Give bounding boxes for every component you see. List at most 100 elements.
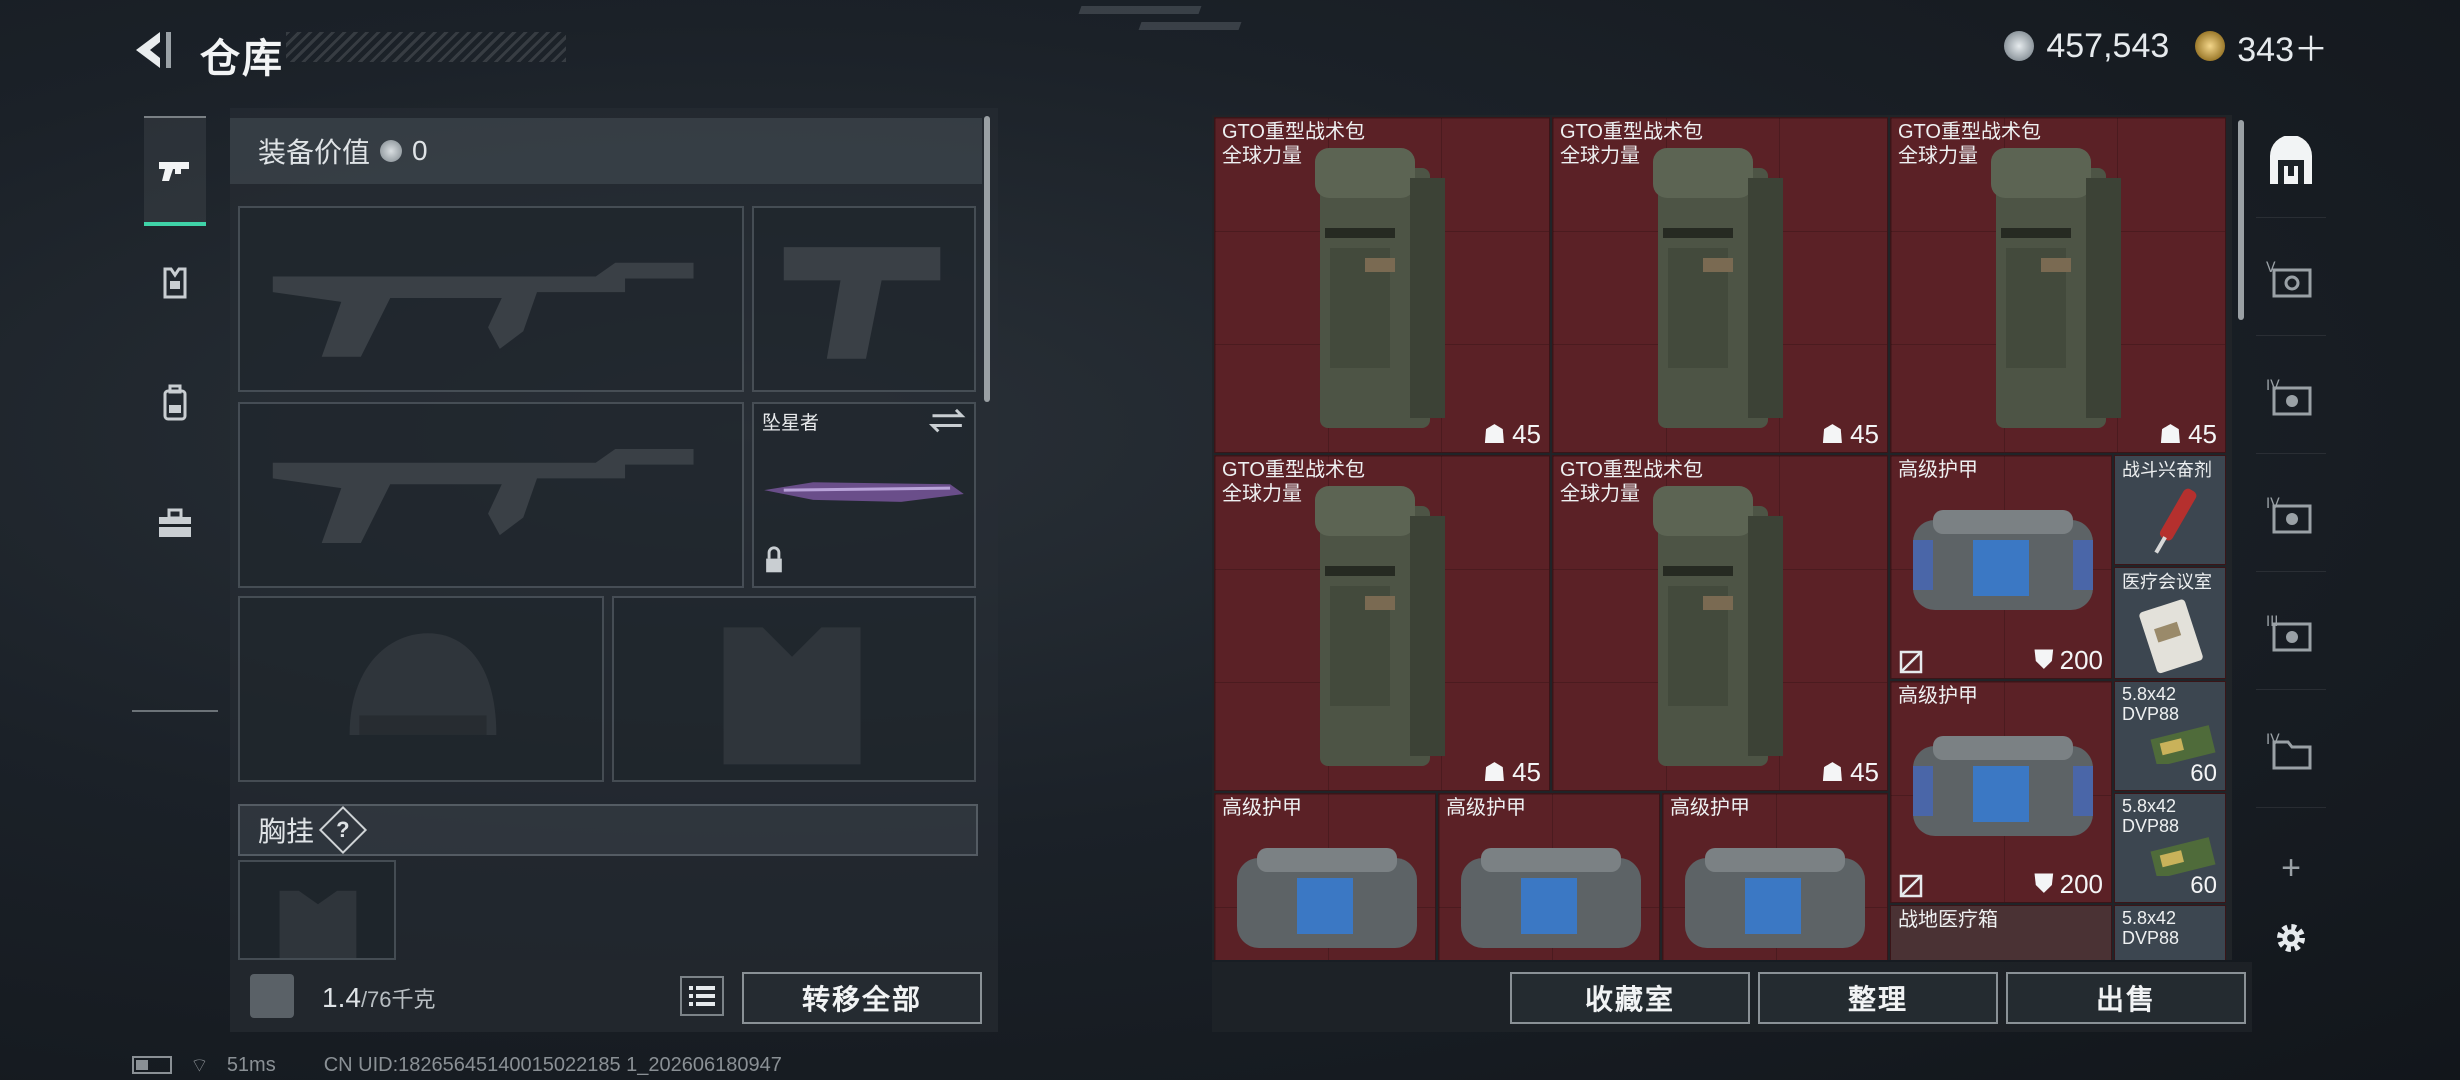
tab-vault-iv-b[interactable]: IV bbox=[2256, 462, 2326, 572]
broken-icon bbox=[1899, 874, 1923, 898]
equipment-scrollbar[interactable] bbox=[984, 116, 990, 402]
premium-amount[interactable]: 343＋ bbox=[2237, 22, 2328, 71]
capacity-icon: ☗ bbox=[2158, 419, 2183, 449]
primary-weapon-slot[interactable] bbox=[238, 206, 744, 392]
chest-rig-slot[interactable] bbox=[238, 860, 396, 960]
melee-slot[interactable]: 坠星者 bbox=[752, 402, 976, 588]
rifle-silhouette-icon bbox=[272, 449, 694, 543]
broken-icon bbox=[1899, 650, 1923, 674]
weight-icon bbox=[250, 974, 294, 1018]
weight-readout: 1.4/76千克 bbox=[322, 982, 436, 1014]
stash-item-ammo[interactable]: 5.8x42 DVP88 60 bbox=[2114, 793, 2226, 903]
collection-room-button[interactable]: 收藏室 bbox=[1510, 972, 1750, 1024]
armor-bag-image bbox=[1237, 848, 1417, 948]
stash-item-medical-keycard[interactable]: 医疗会议室 bbox=[2114, 567, 2226, 679]
stash-item-backpack[interactable]: GTO重型战术包 全球力量 ☗ 45 bbox=[1890, 117, 2226, 453]
ammo-box-image bbox=[2150, 725, 2216, 764]
stash-item-backpack[interactable]: GTO重型战术包 全球力量 ☗ 45 bbox=[1552, 455, 1888, 791]
backpack-image bbox=[1653, 486, 1783, 766]
stash-grid: GTO重型战术包 全球力量 ☗ 45 GTO重型战术包 全球力量 ☗ 45 GTO重… bbox=[1212, 115, 2232, 960]
armor-bag-image bbox=[1913, 736, 2093, 836]
tab-toolbox[interactable] bbox=[144, 468, 206, 578]
sell-button[interactable]: 出售 bbox=[2006, 972, 2246, 1024]
equipment-value-bar: 装备价值 0 bbox=[230, 118, 982, 184]
helmet-slot[interactable] bbox=[238, 596, 604, 782]
back-arrow-icon[interactable] bbox=[130, 28, 180, 72]
vault-iv-icon: IV bbox=[2266, 378, 2312, 415]
settings-button[interactable] bbox=[2256, 908, 2326, 968]
stash-item-ammo[interactable]: 5.8x42 DVP88 bbox=[2114, 905, 2226, 960]
help-icon[interactable]: ? bbox=[318, 805, 368, 855]
tab-folder-iv[interactable]: IV bbox=[2256, 698, 2326, 808]
transfer-all-button[interactable]: 转移全部 bbox=[742, 972, 982, 1024]
uid-readout: CN UID:18265645140015022185 1_2026061809… bbox=[323, 1053, 782, 1076]
tab-stash-main[interactable] bbox=[2256, 108, 2326, 218]
stash-item-armor[interactable]: 高级护甲 bbox=[1214, 793, 1436, 960]
swap-icon[interactable] bbox=[754, 404, 974, 586]
durability-shield-icon: ⛊ bbox=[2034, 644, 2054, 674]
stash-item-armor[interactable]: 高级护甲 bbox=[1438, 793, 1660, 960]
folder-iv-icon: IV bbox=[2266, 732, 2312, 769]
capacity-icon: ☗ bbox=[1482, 419, 1507, 449]
vault-iii-icon: III bbox=[2266, 614, 2312, 651]
tab-weapons[interactable] bbox=[144, 116, 206, 226]
stash-item-backpack[interactable]: GTO重型战术包 全球力量 ☗ 45 bbox=[1214, 117, 1550, 453]
title-decoration bbox=[286, 32, 566, 62]
stash-item-backpack[interactable]: GTO重型战术包 全球力量 ☗ 45 bbox=[1552, 117, 1888, 453]
armor-vest-icon bbox=[163, 267, 187, 299]
sidearm-slot[interactable] bbox=[752, 206, 976, 392]
svg-text:III: III bbox=[2266, 614, 2278, 630]
currency-bar: 457,543 343＋ bbox=[2004, 26, 2328, 69]
syringe-image bbox=[2154, 488, 2197, 554]
chest-rig-label: 胸挂 bbox=[258, 816, 315, 847]
secondary-weapon-slot[interactable] bbox=[238, 402, 744, 588]
tab-backpack[interactable] bbox=[144, 348, 206, 458]
stash-item-field-medkit[interactable]: 战地医疗箱 bbox=[1890, 905, 2112, 960]
body-armor-slot[interactable] bbox=[612, 596, 976, 782]
stash-item-armor[interactable]: 高级护甲 ⛊ 200 bbox=[1890, 455, 2112, 679]
backpack-icon bbox=[163, 384, 187, 421]
toolbox-icon bbox=[159, 508, 191, 537]
add-vault-button[interactable]: + bbox=[2256, 838, 2326, 898]
tab-vault-iii[interactable]: III bbox=[2256, 580, 2326, 690]
coin-icon bbox=[2004, 31, 2035, 61]
backpack-image bbox=[1315, 486, 1445, 766]
list-icon bbox=[689, 986, 715, 1006]
armor-bag-image bbox=[1461, 848, 1641, 948]
coin-amount: 457,543 bbox=[2046, 26, 2170, 65]
ping-readout: 51ms bbox=[226, 1053, 276, 1076]
helmet-silhouette-icon bbox=[349, 633, 497, 735]
coin-icon bbox=[380, 140, 403, 162]
status-bar: ⌔ 51ms CN UID:18265645140015022185 1_202… bbox=[132, 1052, 782, 1078]
rifle-silhouette-icon bbox=[272, 262, 694, 357]
vault-iv-b-icon: IV bbox=[2266, 496, 2312, 533]
tab-vault-iv[interactable]: IV bbox=[2256, 344, 2326, 454]
stash-item-stimulant[interactable]: 战斗兴奋剂 bbox=[2114, 455, 2226, 565]
vault-tabs: V IV IV III IV + bbox=[2256, 108, 2326, 978]
battery-icon bbox=[132, 1056, 172, 1074]
stash-item-armor[interactable]: 高级护甲 ⛊ 200 bbox=[1890, 681, 2112, 903]
pistol-silhouette-icon bbox=[783, 247, 941, 359]
list-view-button[interactable] bbox=[680, 976, 724, 1016]
keycard-image bbox=[2139, 599, 2203, 674]
capacity-icon: ☗ bbox=[1482, 757, 1507, 787]
capacity-icon: ☗ bbox=[1820, 419, 1845, 449]
premium-currency-icon bbox=[2195, 31, 2226, 61]
stash-item-backpack[interactable]: GTO重型战术包 全球力量 ☗ 45 bbox=[1214, 455, 1550, 791]
tab-vault-v[interactable]: V bbox=[2256, 226, 2326, 336]
gear-icon bbox=[2277, 924, 2305, 952]
capacity-icon: ☗ bbox=[1820, 757, 1845, 787]
armor-bag-image bbox=[1685, 848, 1865, 948]
organize-button[interactable]: 整理 bbox=[1758, 972, 1998, 1024]
stash-item-armor[interactable]: 高级护甲 bbox=[1662, 793, 1888, 960]
backpack-image bbox=[1653, 148, 1783, 428]
tab-armor[interactable] bbox=[144, 228, 206, 338]
vault-v-icon: V bbox=[2266, 260, 2312, 297]
page-title: 仓库 bbox=[200, 37, 284, 81]
chest-rig-header: 胸挂 ? bbox=[238, 804, 978, 856]
stash-item-ammo[interactable]: 5.8x42 DVP88 60 bbox=[2114, 681, 2226, 791]
ammo-box-image bbox=[2150, 837, 2216, 876]
backpack-image bbox=[1991, 148, 2121, 428]
weight-current: 1.4 bbox=[322, 982, 361, 1013]
stash-scrollbar[interactable] bbox=[2238, 120, 2244, 320]
